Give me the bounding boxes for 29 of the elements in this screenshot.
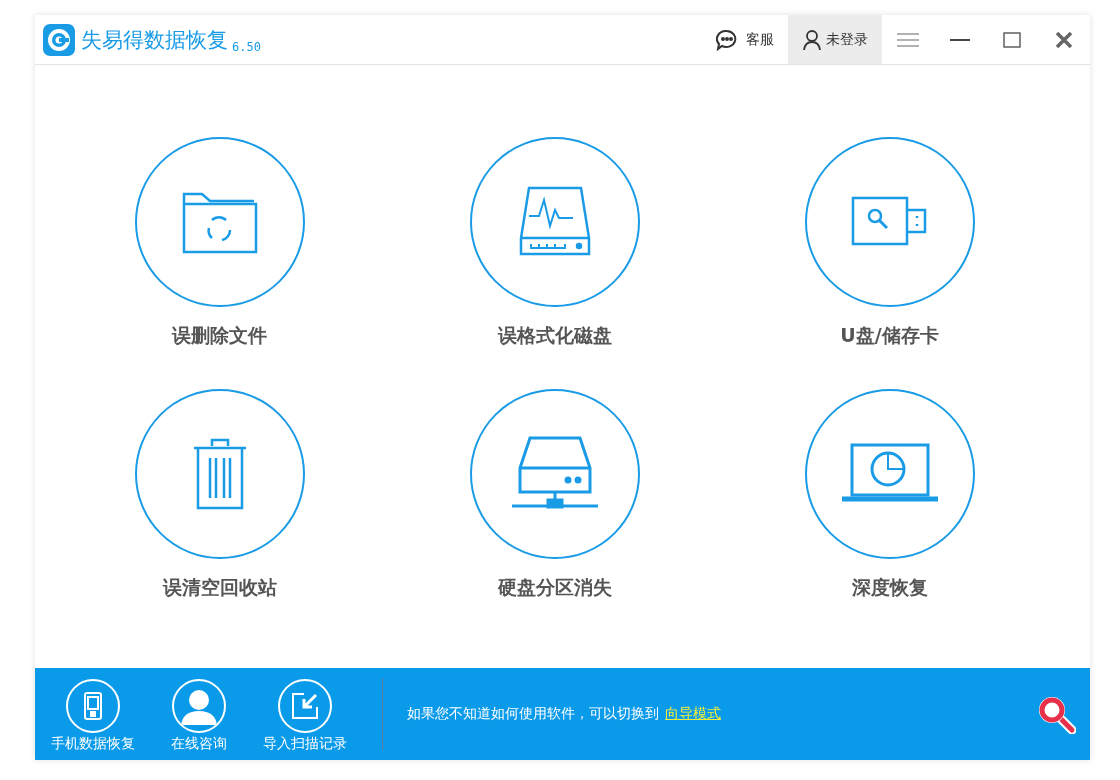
close-icon	[1055, 30, 1073, 49]
usb-drive-icon	[850, 196, 929, 248]
recovery-mode-button[interactable]: 误清空回收站	[52, 389, 387, 641]
version-label: 6.50	[232, 39, 261, 54]
trash-can-icon	[191, 438, 248, 510]
app-logo-icon	[43, 23, 75, 56]
search-icon	[1036, 694, 1076, 734]
recovery-mode-button[interactable]: 误格式化磁盘	[387, 137, 722, 389]
recovery-mode-button[interactable]: U盘/储存卡	[722, 137, 1057, 389]
recovery-mode-button[interactable]: 硬盘分区消失	[387, 389, 722, 641]
chat-bubble-icon	[716, 28, 738, 51]
user-icon	[802, 28, 822, 51]
hard-drive-icon	[518, 186, 591, 258]
folder-icon	[181, 190, 258, 254]
customer-service-button[interactable]: 客服	[702, 15, 788, 64]
menu-icon	[897, 31, 919, 48]
recovery-mode-button[interactable]: 深度恢复	[722, 389, 1057, 641]
person-icon	[179, 687, 219, 725]
search-button[interactable]	[1036, 694, 1076, 734]
recovery-mode-button[interactable]: 误删除文件	[52, 137, 387, 389]
minimize-icon	[950, 37, 970, 42]
window-title: 失易得数据恢复	[81, 26, 228, 54]
maximize-icon	[1003, 31, 1021, 48]
laptop-icon	[839, 443, 940, 505]
login-button[interactable]: 未登录	[788, 15, 882, 64]
phone-icon	[83, 691, 103, 721]
hint-text: 如果您不知道如何使用软件，可以切换到	[407, 705, 659, 723]
import-icon	[290, 691, 320, 721]
network-drive-icon	[509, 436, 600, 512]
